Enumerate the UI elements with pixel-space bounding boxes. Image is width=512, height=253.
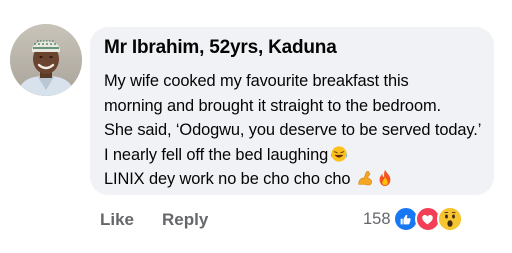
reaction-count: 158 [363, 209, 391, 228]
like-button[interactable]: Like [100, 210, 134, 230]
avatar-photo [10, 24, 82, 96]
comment-line: She said, ‘Odogwu, you deserve to be ser… [104, 121, 482, 140]
avatar[interactable] [10, 24, 82, 96]
laughing-tears-emoji [331, 146, 348, 162]
comment-line: My wife cooked my favourite breakfast th… [104, 72, 409, 90]
comment-line: morning and brought it straight to the b… [104, 96, 441, 115]
reactions-summary[interactable]: 158 [363, 205, 463, 233]
comment-bubble: Mr Ibrahim, 52yrs, Kaduna My wife cooked… [90, 27, 494, 195]
comment-author[interactable]: Mr Ibrahim, 52yrs, Kaduna [104, 37, 337, 59]
reply-button[interactable]: Reply [162, 210, 208, 230]
comment-line-text: LINIX dey work no be cho cho cho [104, 170, 351, 189]
comment-actions: Like Reply [100, 205, 208, 235]
fire-emoji [380, 170, 391, 187]
flexed-biceps-emoji [358, 171, 373, 186]
comment-line-4: I nearly fell off the bed laughing [104, 143, 490, 168]
wow-reaction-icon [436, 206, 463, 232]
comment-text: My wife cooked my favourite breakfast th… [104, 69, 490, 192]
comment-line-text: I nearly fell off the bed laughing [104, 145, 329, 164]
comment-line-5: LINIX dey work no be cho cho cho [104, 167, 490, 192]
